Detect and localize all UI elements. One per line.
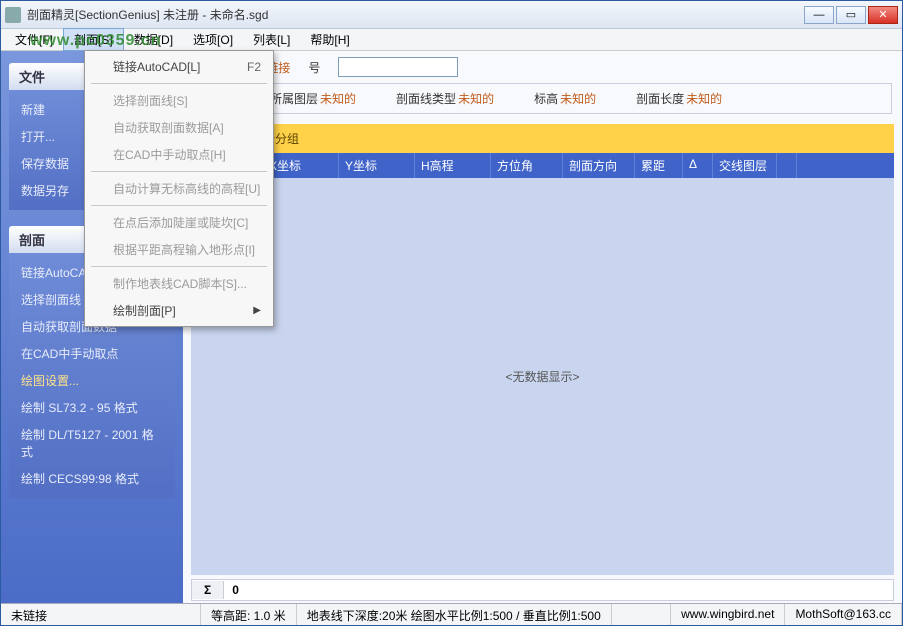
info-pair-label: 剖面线类型 (396, 92, 456, 106)
dropdown-item-label: 制作地表线CAD脚本[S]... (113, 275, 247, 292)
dropdown-item: 在CAD中手动取点[H] (87, 141, 271, 168)
grid-column-header[interactable] (777, 153, 797, 178)
info-bar: 形文件: 未链接 号 (183, 51, 902, 83)
info-pair: 剖面长度未知的 (636, 90, 722, 107)
dropdown-item[interactable]: 绘制剖面[P] ▶ (87, 297, 271, 324)
dropdown-item: 在点后添加陡崖或陡坎[C] (87, 209, 271, 236)
grid-column-header[interactable]: Δ (683, 153, 713, 178)
grid-column-header[interactable]: H高程 (415, 153, 491, 178)
dropdown-item-label: 绘制剖面[P] (113, 302, 176, 319)
grid-header: 点类型X坐标Y坐标H高程方位角剖面方向累距Δ交线图层 (191, 153, 894, 178)
status-cell: 等高距: 1.0 米 (201, 604, 297, 625)
app-icon (5, 7, 21, 23)
dropdown-item: 制作地表线CAD脚本[S]... (87, 270, 271, 297)
dropdown-item[interactable]: 链接AutoCAD[L] F2 (87, 53, 271, 80)
dropdown-item: 选择剖面线[S] (87, 87, 271, 114)
num-input[interactable] (338, 57, 458, 77)
grid-column-header[interactable]: 剖面方向 (563, 153, 635, 178)
info-pair-value: 未知的 (320, 92, 356, 106)
info-pair-label: 标高 (534, 92, 558, 106)
status-cell: www.wingbird.net (671, 604, 785, 625)
dropdown-menu: 链接AutoCAD[L] F2 选择剖面线[S] 自动获取剖面数据[A] 在CAD中手动… (84, 50, 274, 327)
menu-separator (91, 171, 267, 172)
dropdown-item: 根据平距高程输入地形点[I] (87, 236, 271, 263)
dropdown-item-label: 选择剖面线[S] (113, 92, 188, 109)
grid-column-header[interactable]: 累距 (635, 153, 683, 178)
submenu-arrow-icon: ▶ (253, 305, 261, 316)
sidebar-item[interactable]: 绘制 DL/T5127 - 2001 格式 (11, 421, 173, 465)
status-cell: 未链接 (1, 604, 201, 625)
info-pair: 标高未知的 (534, 90, 596, 107)
sidebar-item[interactable]: 绘制 CECS99:98 格式 (11, 465, 173, 492)
menu-separator (91, 205, 267, 206)
menu-item[interactable]: 列表[L] (243, 29, 300, 50)
info-box: 知的所属图层未知的剖面线类型未知的标高未知的剖面长度未知的 (193, 83, 892, 114)
dropdown-item-label: 根据平距高程输入地形点[I] (113, 241, 255, 258)
dropdown-item-label: 链接AutoCAD[L] (113, 58, 200, 75)
menu-item[interactable]: 文件[F] (5, 29, 63, 50)
info-pair-value: 未知的 (458, 92, 494, 106)
dropdown-item-label: 在CAD中手动取点[H] (113, 146, 226, 163)
status-cell: MothSoft@163.cc (785, 604, 902, 625)
grid-empty-text: <无数据显示> (505, 368, 579, 385)
dropdown-item: 自动获取剖面数据[A] (87, 114, 271, 141)
window-buttons: — ▭ ✕ (804, 6, 898, 24)
info-pair-label: 剖面长度 (636, 92, 684, 106)
dropdown-item-label: 自动获取剖面数据[A] (113, 119, 224, 136)
info-pair: 所属图层未知的 (270, 90, 356, 107)
window-title: 剖面精灵[SectionGenius] 未注册 - 未命名.sgd (27, 6, 804, 23)
sigma-value: 0 (224, 583, 247, 597)
maximize-button[interactable]: ▭ (836, 6, 866, 24)
sidebar-item[interactable]: 绘图设置... (11, 367, 173, 394)
status-cell: 地表线下深度:20米 绘图水平比例1:500 / 垂直比例1:500 (297, 604, 612, 625)
minimize-button[interactable]: — (804, 6, 834, 24)
menu-item[interactable]: 剖面[S] (63, 28, 124, 51)
menu-item[interactable]: 帮助[H] (300, 29, 359, 50)
grid-body[interactable]: <无数据显示> (191, 178, 894, 575)
main-pane: 形文件: 未链接 号 知的所属图层未知的剖面线类型未知的标高未知的剖面长度未知的… (183, 51, 902, 603)
info-pair: 剖面线类型未知的 (396, 90, 494, 107)
info-pair-value: 未知的 (560, 92, 596, 106)
menu-separator (91, 266, 267, 267)
info-pair-label: 所属图层 (270, 92, 318, 106)
menubar: 文件[F]剖面[S]数据[D]选项[O]列表[L]帮助[H] (1, 29, 902, 51)
group-bar[interactable]: 题到此处进行分组 (191, 124, 894, 153)
titlebar: 剖面精灵[SectionGenius] 未注册 - 未命名.sgd — ▭ ✕ (1, 1, 902, 29)
menu-separator (91, 83, 267, 84)
menu-item[interactable]: 选项[O] (183, 29, 243, 50)
sidebar-item[interactable]: 绘制 SL73.2 - 95 格式 (11, 394, 173, 421)
grid-column-header[interactable]: 方位角 (491, 153, 563, 178)
info-pair-value: 未知的 (686, 92, 722, 106)
summary-bar: Σ 0 (191, 579, 894, 601)
dropdown-item-label: 在点后添加陡崖或陡坎[C] (113, 214, 248, 231)
dropdown-item-label: 自动计算无标高线的高程[U] (113, 180, 260, 197)
menu-item[interactable]: 数据[D] (124, 29, 183, 50)
grid-column-header[interactable]: X坐标 (263, 153, 339, 178)
close-button[interactable]: ✕ (868, 6, 898, 24)
grid-column-header[interactable]: 交线图层 (713, 153, 777, 178)
sidebar-item[interactable]: 在CAD中手动取点 (11, 340, 173, 367)
num-label: 号 (308, 59, 320, 76)
shortcut-label: F2 (247, 60, 261, 74)
dropdown-item: 自动计算无标高线的高程[U] (87, 175, 271, 202)
sigma-label: Σ (192, 581, 224, 599)
grid-column-header[interactable]: Y坐标 (339, 153, 415, 178)
status-bar: 未链接等高距: 1.0 米地表线下深度:20米 绘图水平比例1:500 / 垂直… (1, 603, 902, 625)
